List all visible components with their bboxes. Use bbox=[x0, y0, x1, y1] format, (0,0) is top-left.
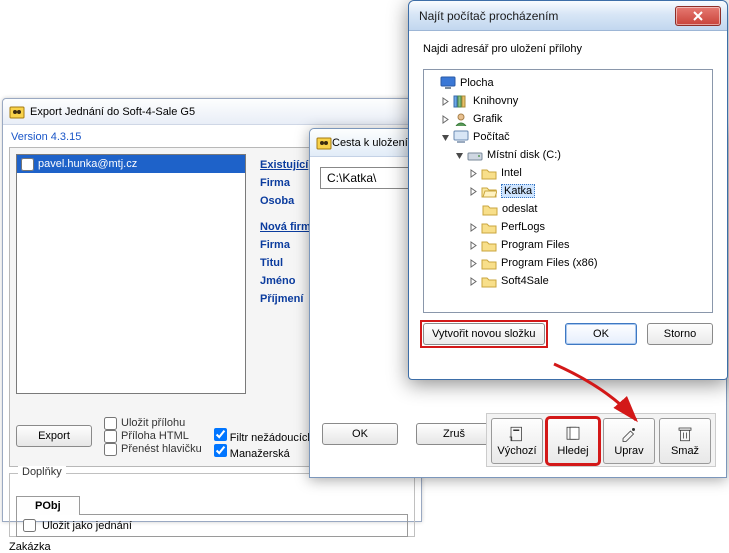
annotation-arrow bbox=[548, 358, 658, 438]
path-cancel-button[interactable]: Zruš bbox=[416, 423, 492, 445]
app-icon bbox=[9, 104, 25, 120]
browse-ok-button[interactable]: OK bbox=[565, 323, 637, 345]
tree-node-odeslat[interactable]: odeslat bbox=[426, 200, 710, 218]
expand-icon[interactable] bbox=[440, 114, 451, 125]
browse-instruction: Najdi adresář pro uložení přílohy bbox=[423, 43, 713, 55]
recipient-row[interactable]: pavel.hunka@mtj.cz bbox=[17, 155, 245, 173]
ck-ulozit-jako-jednani[interactable] bbox=[23, 519, 36, 532]
path-ok-button[interactable]: OK bbox=[322, 423, 398, 445]
browse-dialog-title: Najít počítač procházením bbox=[419, 9, 558, 23]
libraries-icon bbox=[453, 94, 469, 108]
tree-node-program-files-x86[interactable]: Program Files (x86) bbox=[426, 254, 710, 272]
browse-dialog-titlebar[interactable]: Najít počítač procházením bbox=[409, 1, 727, 31]
folder-icon bbox=[481, 275, 497, 288]
collapse-icon[interactable] bbox=[440, 132, 451, 143]
recipient-list[interactable]: pavel.hunka@mtj.cz bbox=[16, 154, 246, 394]
browse-cancel-button[interactable]: Storno bbox=[647, 323, 713, 345]
tool-vychozi[interactable]: Výchozí bbox=[491, 418, 543, 464]
drive-icon bbox=[467, 148, 483, 162]
folder-icon bbox=[481, 239, 497, 252]
ck-ulozit-prilohu[interactable]: Uložit přílohu bbox=[104, 417, 202, 430]
user-icon bbox=[453, 112, 469, 126]
new-folder-button[interactable]: Vytvořit novou složku bbox=[423, 323, 545, 345]
expand-icon[interactable] bbox=[468, 222, 479, 233]
ck-priloha-html[interactable]: Příloha HTML bbox=[104, 430, 202, 443]
tree-node-soft4sale[interactable]: Soft4Sale bbox=[426, 272, 710, 290]
addons-group: Doplňky PObj Uložit jako jednání bbox=[9, 473, 415, 537]
ulozit-jako-label: Uložit jako jednání bbox=[42, 520, 132, 532]
export-button[interactable]: Export bbox=[16, 425, 92, 447]
folder-tree[interactable]: Plocha Knihovny Grafik Počítač Místn bbox=[423, 69, 713, 313]
expand-icon[interactable] bbox=[468, 276, 479, 287]
ck-prenest-hlavicku[interactable]: Přenést hlavičku bbox=[104, 443, 202, 456]
close-button[interactable] bbox=[675, 6, 721, 26]
export-window-title: Export Jednání do Soft-4-Sale G5 bbox=[30, 106, 195, 118]
ck-manazerska[interactable]: Manažerská bbox=[214, 444, 314, 460]
computer-icon bbox=[453, 130, 469, 144]
tree-node-program-files[interactable]: Program Files bbox=[426, 236, 710, 254]
export-window-titlebar[interactable]: Export Jednání do Soft-4-Sale G5 bbox=[3, 99, 421, 125]
folder-icon bbox=[481, 167, 497, 180]
tree-node-knihovny[interactable]: Knihovny bbox=[426, 92, 710, 110]
expand-icon[interactable] bbox=[468, 240, 479, 251]
expand-icon[interactable] bbox=[468, 168, 479, 179]
tab-pobj[interactable]: PObj bbox=[16, 496, 80, 515]
folder-open-icon bbox=[481, 185, 497, 198]
tree-node-plocha[interactable]: Plocha bbox=[426, 74, 710, 92]
recipient-checkbox[interactable] bbox=[21, 158, 34, 171]
tree-node-perflogs[interactable]: PerfLogs bbox=[426, 218, 710, 236]
addons-label: Doplňky bbox=[18, 466, 66, 478]
tool-smaz[interactable]: Smaž bbox=[659, 418, 711, 464]
tree-node-intel[interactable]: Intel bbox=[426, 164, 710, 182]
app-icon bbox=[316, 135, 332, 151]
collapse-icon[interactable] bbox=[454, 150, 465, 161]
zakazka-label: Zakázka bbox=[9, 541, 415, 553]
tree-node-pocitac[interactable]: Počítač bbox=[426, 128, 710, 146]
ck-filtr-nezadoucich[interactable]: Filtr nežádoucích bbox=[214, 428, 314, 444]
folder-icon bbox=[482, 203, 498, 216]
desktop-icon bbox=[440, 76, 456, 90]
expand-icon[interactable] bbox=[440, 96, 451, 107]
tree-node-disk-c[interactable]: Místní disk (C:) bbox=[426, 146, 710, 164]
tree-node-grafik[interactable]: Grafik bbox=[426, 110, 710, 128]
expand-icon[interactable] bbox=[468, 186, 479, 197]
tree-node-katka[interactable]: Katka bbox=[426, 182, 710, 200]
path-window-title: Cesta k uložení p bbox=[332, 137, 417, 149]
folder-icon bbox=[481, 221, 497, 234]
expand-icon[interactable] bbox=[468, 258, 479, 269]
recipient-email: pavel.hunka@mtj.cz bbox=[38, 158, 137, 170]
browse-dialog: Najít počítač procházením Najdi adresář … bbox=[408, 0, 728, 380]
folder-icon bbox=[481, 257, 497, 270]
